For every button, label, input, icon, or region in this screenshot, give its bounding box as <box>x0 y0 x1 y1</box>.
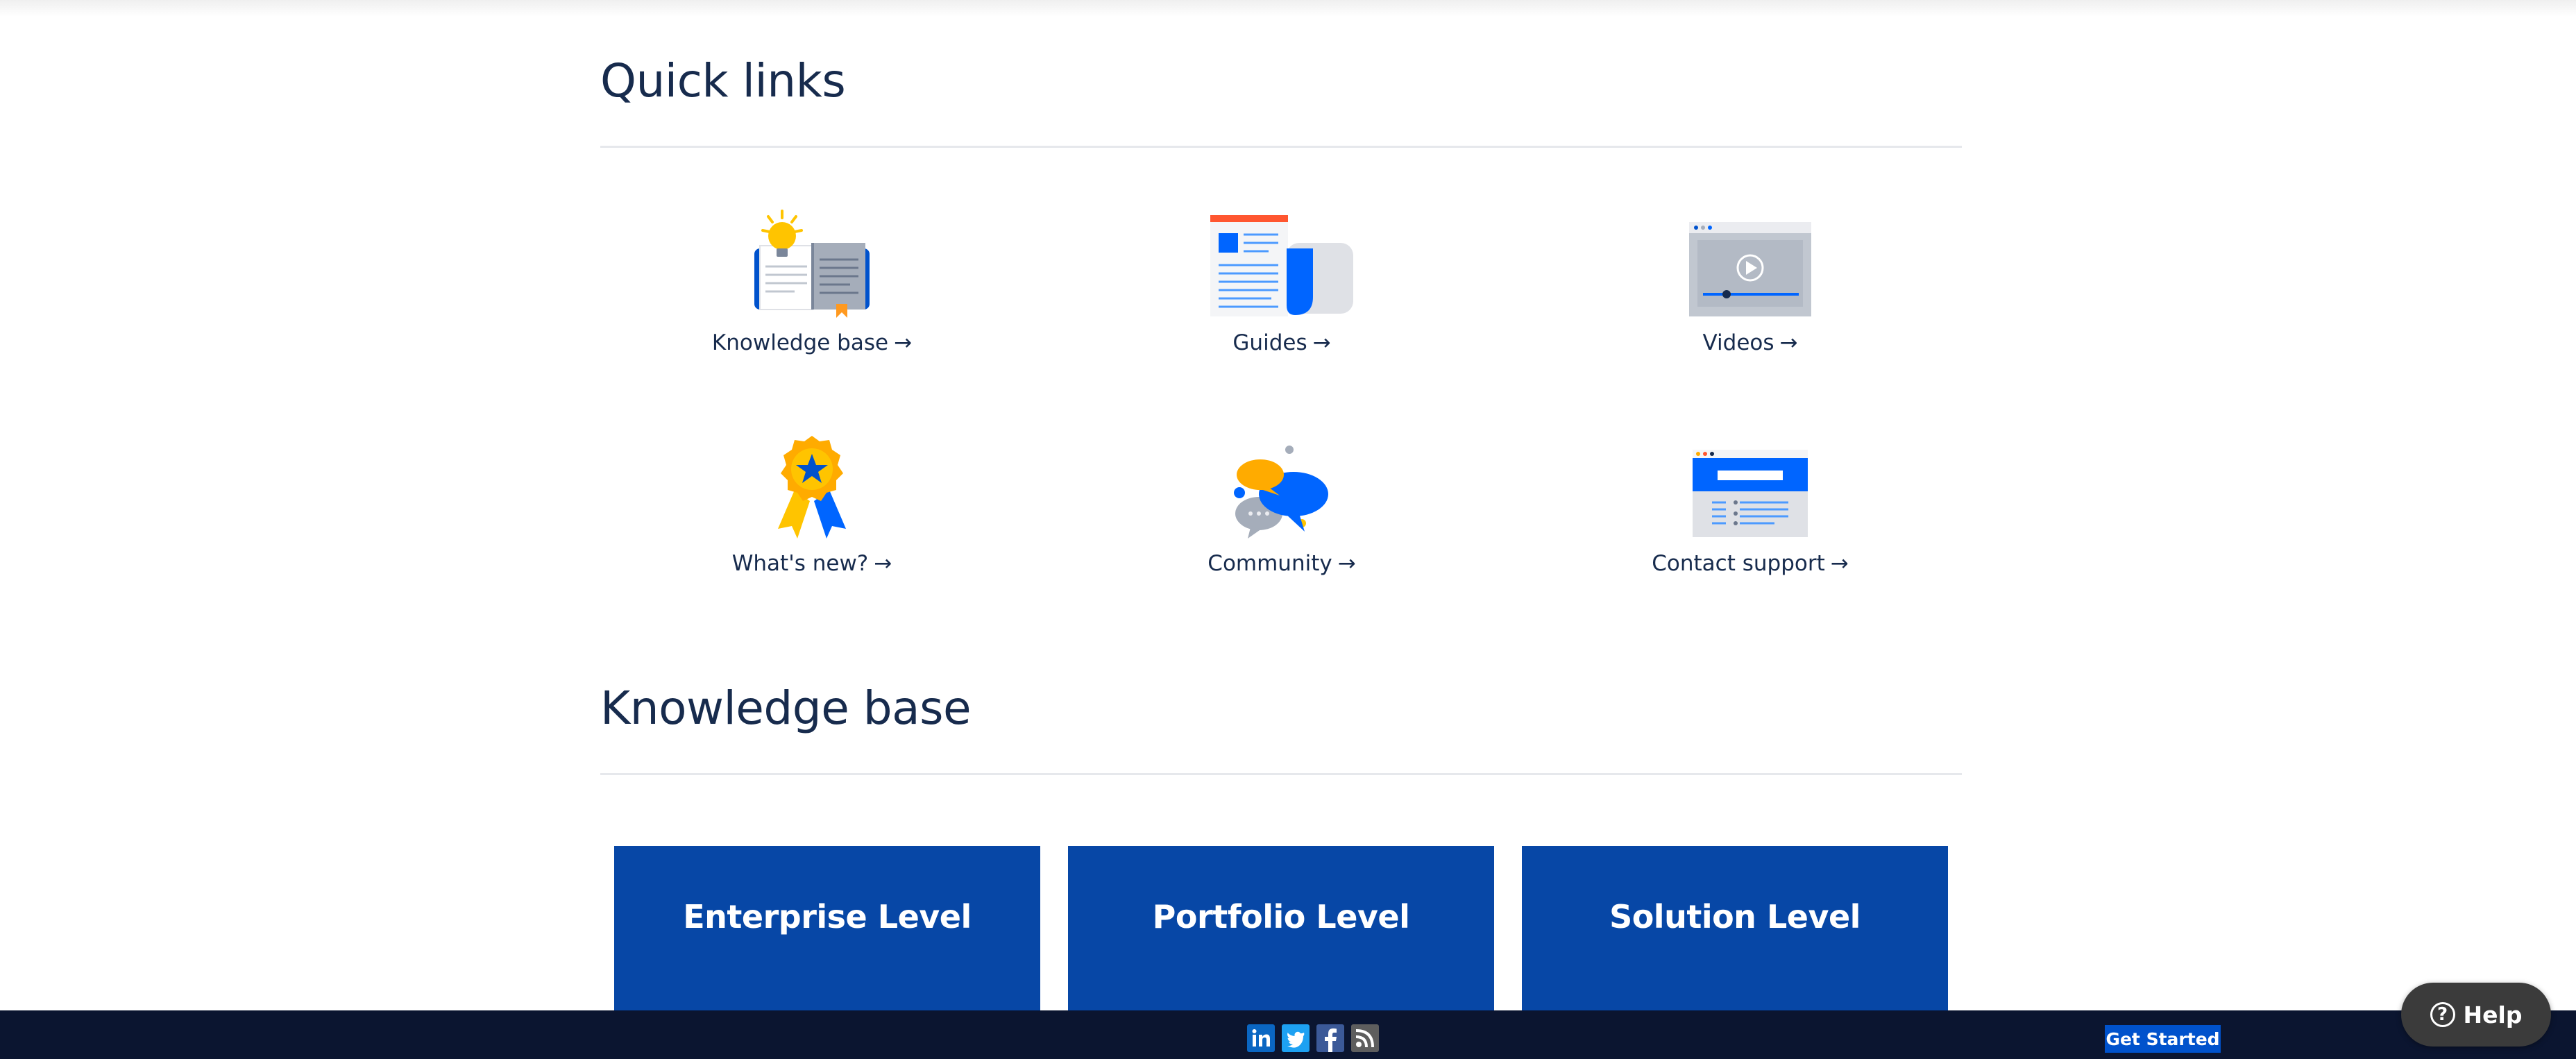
twitter-icon[interactable] <box>1282 1024 1310 1052</box>
knowledge-base-title: Knowledge base <box>600 681 972 735</box>
quick-link-label: Videos → <box>1702 330 1798 355</box>
video-player-icon <box>1688 196 1813 318</box>
quick-link-community[interactable]: Community → <box>1070 416 1493 597</box>
open-book-lightbulb-icon <box>753 196 871 318</box>
card-label: Solution Level <box>1609 897 1861 935</box>
quick-link-guides[interactable]: Guides → <box>1070 196 1493 376</box>
arrow-right-icon: → <box>1779 330 1798 355</box>
quick-link-label: Guides → <box>1232 330 1331 355</box>
knowledge-base-divider <box>600 773 1962 775</box>
facebook-icon[interactable] <box>1316 1024 1344 1052</box>
get-started-button[interactable]: Get Started <box>2105 1025 2221 1053</box>
quick-link-label: Knowledge base → <box>711 330 913 355</box>
linkedin-icon[interactable] <box>1247 1024 1275 1052</box>
footer: Get Started <box>0 1010 2576 1059</box>
help-button[interactable]: ? Help <box>2401 983 2551 1047</box>
guide-document-icon <box>1209 196 1355 318</box>
rss-icon[interactable] <box>1351 1024 1379 1052</box>
arrow-right-icon: → <box>874 551 892 576</box>
arrow-right-icon: → <box>1337 551 1356 576</box>
arrow-right-icon: → <box>1312 330 1331 355</box>
main-content: Quick links Knowledge base → Guides → Vi… <box>600 0 1962 1010</box>
award-ribbon-icon <box>774 416 850 539</box>
support-webpage-icon <box>1691 416 1809 539</box>
question-mark-icon: ? <box>2430 1002 2455 1027</box>
quick-link-knowledge-base[interactable]: Knowledge base → <box>600 196 1024 376</box>
card-solution-level[interactable]: Solution Level <box>1522 846 1948 1010</box>
card-portfolio-level[interactable]: Portfolio Level <box>1068 846 1494 1010</box>
quick-link-label: Community → <box>1208 551 1356 576</box>
quick-links-divider <box>600 146 1962 148</box>
quick-link-label: Contact support → <box>1652 551 1849 576</box>
chat-bubbles-icon <box>1230 416 1334 539</box>
card-label: Enterprise Level <box>683 897 972 935</box>
arrow-right-icon: → <box>894 330 913 355</box>
quick-link-videos[interactable]: Videos → <box>1539 196 1962 376</box>
quick-link-whats-new[interactable]: What's new? → <box>600 416 1024 597</box>
help-label: Help <box>2463 1001 2523 1028</box>
card-enterprise-level[interactable]: Enterprise Level <box>614 846 1040 1010</box>
card-label: Portfolio Level <box>1152 897 1410 935</box>
quick-links-title: Quick links <box>600 54 846 108</box>
quick-link-label: What's new? → <box>731 551 892 576</box>
arrow-right-icon: → <box>1830 551 1849 576</box>
quick-link-contact-support[interactable]: Contact support → <box>1539 416 1962 597</box>
